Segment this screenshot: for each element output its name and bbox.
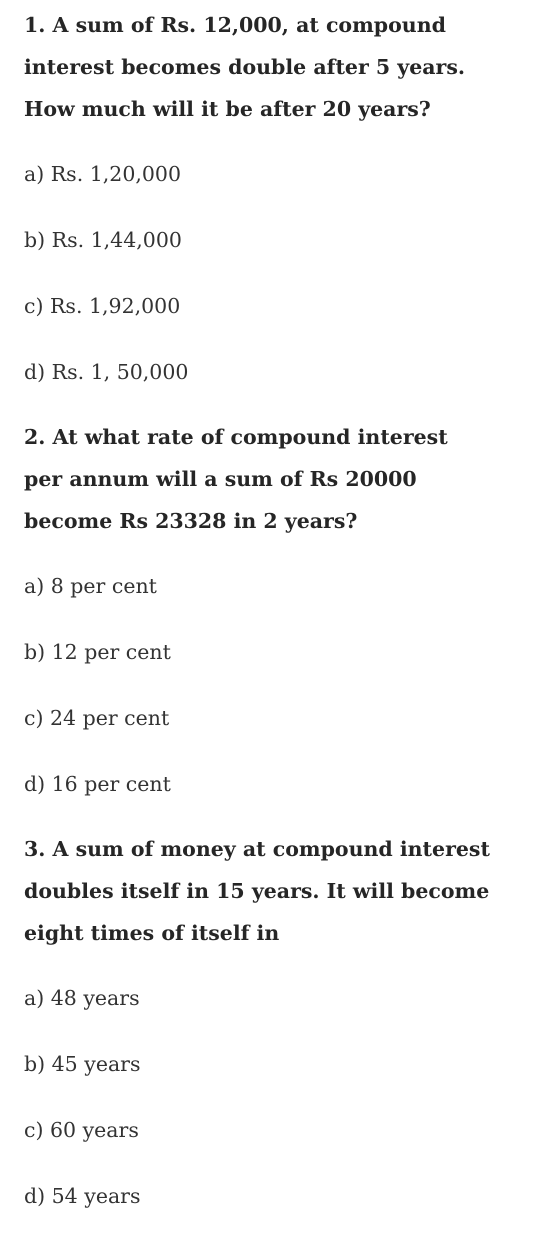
question-block-1: 1. A sum of Rs. 12,000, at compound inte… <box>24 4 524 394</box>
option-b: b) 45 years <box>24 1052 141 1076</box>
question-text: 3. A sum of money at compound interest d… <box>24 828 524 954</box>
question-text: 1. A sum of Rs. 12,000, at compound inte… <box>24 4 524 130</box>
option-d: d) Rs. 1, 50,000 <box>24 360 189 384</box>
question-line: doubles itself in 15 years. It will beco… <box>24 879 490 903</box>
question-text: 2. At what rate of compound interest per… <box>24 416 524 542</box>
option-b: b) 12 per cent <box>24 640 171 664</box>
question-line: 3. A sum of money at compound interest <box>24 837 490 861</box>
option-list: a) Rs. 1,20,000 b) Rs. 1,44,000 c) Rs. 1… <box>24 152 524 394</box>
question-line: eight times of itself in <box>24 921 280 945</box>
option-a: a) Rs. 1,20,000 <box>24 162 182 186</box>
option-c: c) 24 per cent <box>24 706 170 730</box>
option-a: a) 8 per cent <box>24 574 157 598</box>
option-d: d) 54 years <box>24 1184 141 1208</box>
option-a: a) 48 years <box>24 986 140 1010</box>
question-line: How much will it be after 20 years? <box>24 97 431 121</box>
option-list: a) 48 years b) 45 years c) 60 years d) 5… <box>24 976 524 1218</box>
question-block-2: 2. At what rate of compound interest per… <box>24 416 524 806</box>
question-line: per annum will a sum of Rs 20000 <box>24 467 417 491</box>
question-list: 1. A sum of Rs. 12,000, at compound inte… <box>24 0 524 1240</box>
option-b: b) Rs. 1,44,000 <box>24 228 182 252</box>
question-line: become Rs 23328 in 2 years? <box>24 509 358 533</box>
option-c: c) Rs. 1,92,000 <box>24 294 181 318</box>
option-c: c) 60 years <box>24 1118 139 1142</box>
question-line: 2. At what rate of compound interest <box>24 425 448 449</box>
option-d: d) 16 per cent <box>24 772 171 796</box>
option-list: a) 8 per cent b) 12 per cent c) 24 per c… <box>24 564 524 806</box>
question-block-3: 3. A sum of money at compound interest d… <box>24 828 524 1218</box>
question-line: 1. A sum of Rs. 12,000, at compound <box>24 13 446 37</box>
question-line: interest becomes double after 5 years. <box>24 55 466 79</box>
